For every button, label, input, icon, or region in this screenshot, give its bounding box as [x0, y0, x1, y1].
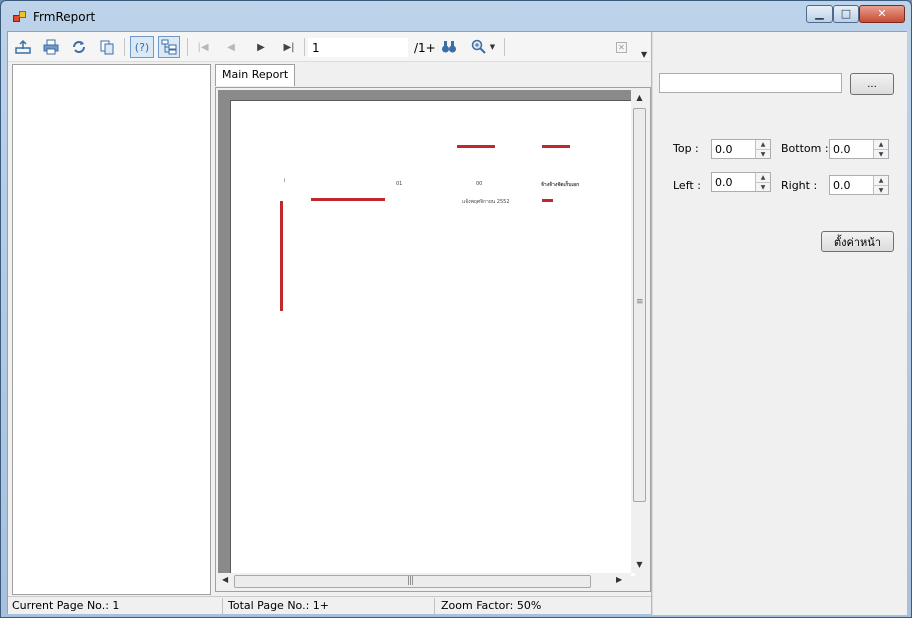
spin-up-icon[interactable]: ▲ — [874, 176, 888, 185]
spin-down-icon[interactable]: ▼ — [874, 149, 888, 158]
maximize-icon: □ — [840, 7, 852, 20]
scroll-right-icon[interactable]: ▶ — [616, 575, 622, 584]
spin-up-icon[interactable]: ▲ — [756, 140, 770, 149]
top-margin-field[interactable] — [712, 140, 754, 158]
status-bar: Current Page No.: 1 Total Page No.: 1+ Z… — [8, 596, 651, 614]
spin-up-icon[interactable]: ▲ — [756, 173, 770, 182]
help-icon[interactable]: (?) — [130, 36, 154, 58]
report-page: i 01 00 จ้างจ้างจัดเก็บเอก แจ้งพฤศจิกายน… — [230, 100, 635, 576]
bottom-margin-stepper[interactable]: ▲▼ — [829, 139, 889, 159]
refresh-icon[interactable] — [68, 36, 90, 58]
browse-button[interactable]: ... — [850, 73, 894, 95]
left-margin-field[interactable] — [712, 173, 754, 191]
group-tree-panel[interactable] — [12, 64, 211, 595]
page-settings-panel: ... Top : ▲▼ Bottom : ▲▼ Left : ▲▼ Right… — [653, 32, 907, 615]
vertical-scroll-thumb[interactable]: ≡ — [633, 108, 646, 502]
maximize-button[interactable]: □ — [833, 5, 859, 23]
right-margin-field[interactable] — [830, 176, 872, 194]
group-tree-icon[interactable] — [158, 36, 180, 58]
top-margin-label: Top : — [673, 142, 699, 155]
scroll-up-icon[interactable]: ▲ — [631, 93, 648, 102]
top-margin-stepper[interactable]: ▲▼ — [711, 139, 771, 159]
total-page-status: Total Page No.: 1+ — [228, 599, 329, 612]
scroll-left-icon[interactable]: ◀ — [222, 575, 228, 584]
main-window: FrmReport ▁ □ ✕ (?) |◀ ◀ ▶ ▶| 1 /1+ ▼ ✕ … — [0, 0, 912, 618]
report-viewer[interactable]: i 01 00 จ้างจ้างจัดเก็บเอก แจ้งพฤศจิกายน… — [215, 87, 651, 592]
left-margin-label: Left : — [673, 179, 701, 192]
vertical-scrollbar[interactable]: ▲ ≡ ▼ — [631, 90, 648, 573]
report-text: 00 — [476, 181, 483, 187]
page-number-input[interactable] — [308, 38, 408, 57]
close-icon: ✕ — [877, 7, 887, 20]
minimize-icon: ▁ — [815, 7, 824, 20]
report-header-mark — [542, 145, 570, 148]
horizontal-scrollbar[interactable]: ◀ ||| ▶ — [218, 573, 631, 590]
file-path-input[interactable] — [659, 73, 842, 93]
previous-page-icon[interactable]: ◀ — [220, 36, 242, 58]
report-toolbar: (?) |◀ ◀ ▶ ▶| /1+ ▼ ✕ ▼ — [8, 32, 650, 62]
toolbar-overflow-icon[interactable]: ▼ — [641, 50, 647, 59]
right-margin-label: Right : — [781, 179, 818, 192]
zoom-icon[interactable]: ▼ — [466, 36, 500, 58]
print-icon[interactable] — [40, 36, 62, 58]
report-text: จ้างจ้างจัดเก็บเอก — [541, 182, 580, 188]
copy-icon[interactable] — [96, 36, 118, 58]
report-header-mark — [457, 145, 495, 148]
bottom-margin-field[interactable] — [830, 140, 872, 158]
minimize-button[interactable]: ▁ — [806, 5, 833, 23]
spin-down-icon[interactable]: ▼ — [756, 182, 770, 191]
right-margin-stepper[interactable]: ▲▼ — [829, 175, 889, 195]
spin-down-icon[interactable]: ▼ — [756, 149, 770, 158]
left-margin-stepper[interactable]: ▲▼ — [711, 172, 771, 192]
last-page-icon[interactable]: ▶| — [278, 36, 300, 58]
horizontal-scroll-thumb[interactable]: ||| — [234, 575, 591, 588]
title-bar[interactable]: FrmReport ▁ □ ✕ — [1, 1, 911, 31]
report-text: i — [284, 178, 286, 184]
scroll-down-icon[interactable]: ▼ — [631, 560, 648, 569]
spin-down-icon[interactable]: ▼ — [874, 185, 888, 194]
report-page-area: i 01 00 จ้างจ้างจัดเก็บเอก แจ้งพฤศจิกายน… — [218, 90, 635, 576]
set-page-button[interactable]: ตั้งค่าหน้า — [821, 231, 894, 252]
bottom-margin-label: Bottom : — [781, 142, 829, 155]
report-row-mark — [311, 198, 385, 201]
close-button[interactable]: ✕ — [859, 5, 905, 23]
first-page-icon[interactable]: |◀ — [192, 36, 214, 58]
export-icon[interactable] — [12, 36, 34, 58]
spin-up-icon[interactable]: ▲ — [874, 140, 888, 149]
report-row-mark — [542, 199, 553, 202]
page-count-label: /1+ — [414, 41, 436, 55]
tab-main-report[interactable]: Main Report — [215, 64, 296, 86]
report-tabs: Main Report — [215, 64, 651, 86]
client-area: (?) |◀ ◀ ▶ ▶| /1+ ▼ ✕ ▼ Main R — [7, 31, 907, 615]
close-tab-icon[interactable]: ✕ — [616, 42, 627, 53]
zoom-status: Zoom Factor: 50% — [441, 599, 542, 612]
report-text: แจ้งพฤศจิกายน 2552 — [462, 199, 510, 205]
next-page-icon[interactable]: ▶ — [250, 36, 272, 58]
report-vertical-mark — [280, 201, 283, 311]
window-title: FrmReport — [33, 10, 96, 24]
current-page-status: Current Page No.: 1 — [12, 599, 120, 612]
app-icon — [13, 11, 27, 23]
report-text: 01 — [396, 181, 403, 187]
binoculars-icon[interactable] — [438, 36, 460, 58]
